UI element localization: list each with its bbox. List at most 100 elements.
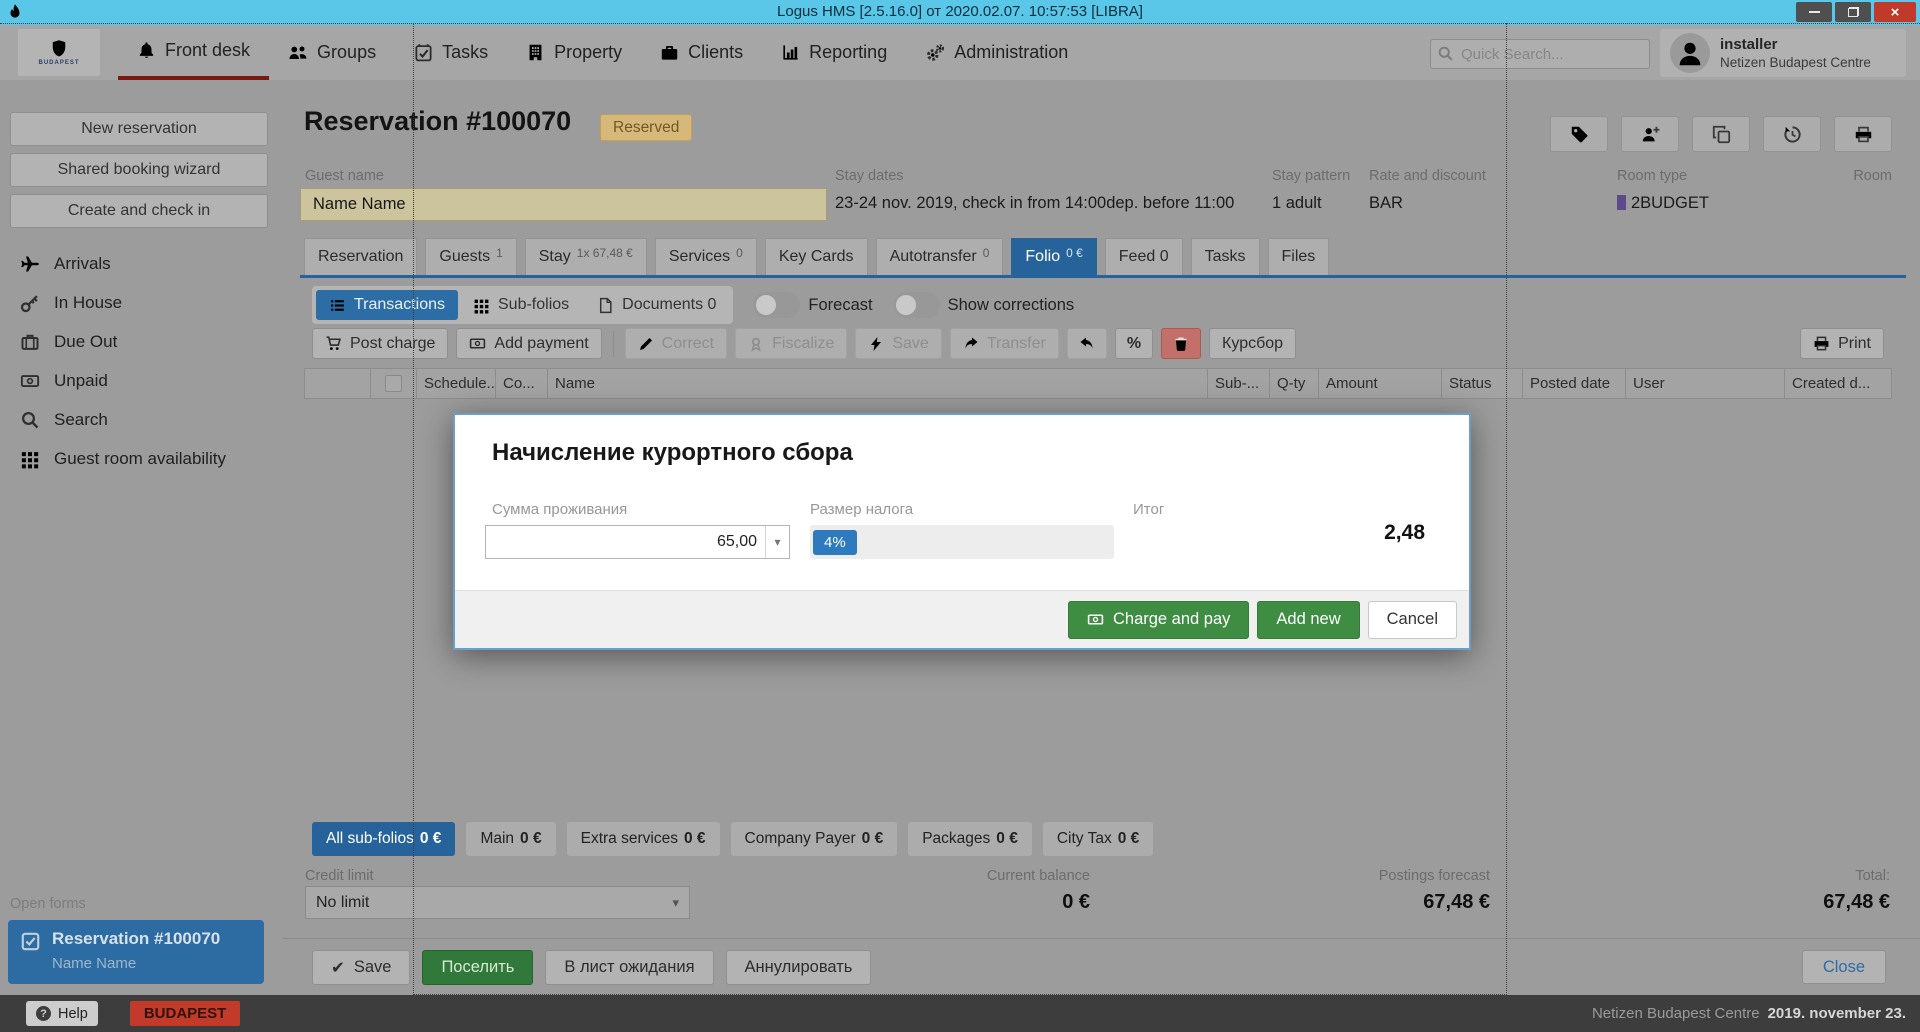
tax-size-field[interactable]: 4% <box>810 525 1114 559</box>
sidebar-item-unpaid[interactable]: Unpaid <box>0 361 282 400</box>
undo-button[interactable] <box>1067 328 1107 359</box>
tags-button[interactable] <box>1550 116 1608 152</box>
forecast-toggle[interactable] <box>753 292 800 318</box>
sidebar-item-arrivals[interactable]: Arrivals <box>0 244 282 283</box>
charge-and-pay-button[interactable]: Charge and pay <box>1068 601 1249 639</box>
printer-icon <box>1854 125 1873 144</box>
guest-name-input[interactable] <box>300 188 827 221</box>
current-balance-value: 0 € <box>812 891 1090 914</box>
col-header-schedule[interactable]: Schedule... <box>417 369 496 398</box>
tab-tasks[interactable]: Tasks <box>1191 238 1260 275</box>
tab-key-cards[interactable]: Key Cards <box>765 238 868 275</box>
nav-administration[interactable]: Administration <box>906 25 1087 80</box>
quick-search-input[interactable] <box>1430 39 1650 69</box>
button-label: Correct <box>662 335 714 353</box>
select-all-checkbox[interactable] <box>385 375 402 392</box>
subfolio-tab-main[interactable]: Main0 € <box>466 822 555 856</box>
col-header-select[interactable] <box>371 369 417 398</box>
subfolio-tab-all[interactable]: All sub-folios0 € <box>312 822 455 856</box>
nav-label: Front desk <box>165 40 250 61</box>
show-corrections-toggle[interactable] <box>893 292 940 318</box>
add-new-button[interactable]: Add new <box>1257 601 1359 639</box>
col-header-user[interactable]: User <box>1626 369 1785 398</box>
sidebar-item-search[interactable]: Search <box>0 400 282 439</box>
save-button[interactable]: ✔Save <box>312 950 410 985</box>
save-transaction-button[interactable]: Save <box>855 328 941 359</box>
transfer-button[interactable]: Transfer <box>950 328 1059 359</box>
stay-amount-input[interactable] <box>486 526 765 558</box>
col-header-code[interactable]: Co... <box>496 369 548 398</box>
history-button[interactable] <box>1763 116 1821 152</box>
chevron-down-icon[interactable]: ▾ <box>765 526 789 558</box>
people-icon <box>288 43 308 63</box>
tab-autotransfer[interactable]: Autotransfer0 <box>876 238 1004 275</box>
tab-folio[interactable]: Folio0 € <box>1011 238 1096 275</box>
nav-front-desk[interactable]: Front desk <box>118 25 269 80</box>
nav-reporting[interactable]: Reporting <box>762 25 906 80</box>
subfolio-tab-company-payer[interactable]: Company Payer0 € <box>731 822 898 856</box>
col-header-qty[interactable]: Q-ty <box>1270 369 1319 398</box>
minimize-button[interactable] <box>1796 2 1832 22</box>
nav-groups[interactable]: Groups <box>269 25 395 80</box>
new-reservation-button[interactable]: New reservation <box>10 112 268 146</box>
open-form-reservation[interactable]: Reservation #100070 Name Name <box>8 920 264 984</box>
sidebar-item-guest-room-availability[interactable]: Guest room availability <box>0 439 282 478</box>
view-transactions[interactable]: Transactions <box>316 290 458 320</box>
col-header-subfolio[interactable]: Sub-... <box>1208 369 1270 398</box>
tab-badge: 1x 67,48 € <box>577 246 633 260</box>
nav-clients[interactable]: Clients <box>641 25 762 80</box>
tab-guests[interactable]: Guests1 <box>425 238 516 275</box>
close-window-button[interactable]: × <box>1874 2 1916 22</box>
post-charge-button[interactable]: Post charge <box>312 328 448 359</box>
hotel-logo[interactable]: BUDAPEST <box>18 29 100 76</box>
copy-reservation-button[interactable] <box>1692 116 1750 152</box>
cancel-button[interactable]: Cancel <box>1368 601 1457 639</box>
help-button[interactable]: ? Help <box>26 1001 98 1026</box>
annul-button[interactable]: Аннулировать <box>726 950 872 985</box>
credit-limit-select[interactable]: No limit ▾ <box>305 886 690 919</box>
close-button[interactable]: Close <box>1802 950 1886 984</box>
subfolio-tab-packages[interactable]: Packages0 € <box>908 822 1032 856</box>
add-payment-button[interactable]: Add payment <box>456 328 601 359</box>
create-and-check-in-button[interactable]: Create and check in <box>10 194 268 228</box>
copy-icon <box>1712 125 1731 144</box>
tab-files[interactable]: Files <box>1268 238 1330 275</box>
lightning-icon <box>868 336 884 352</box>
app-window: Logus HMS [2.5.16.0] от 2020.02.07. 10:5… <box>0 0 1920 1032</box>
sidebar-menu: Arrivals In House Due Out Unpaid Search … <box>0 244 282 478</box>
tab-reservation[interactable]: Reservation <box>304 238 417 275</box>
view-documents[interactable]: Documents 0 <box>584 290 729 320</box>
percent-button[interactable]: % <box>1115 328 1153 359</box>
fiscalize-button[interactable]: Fiscalize <box>735 328 847 359</box>
sidebar-item-due-out[interactable]: Due Out <box>0 322 282 361</box>
col-header-name[interactable]: Name <box>548 369 1208 398</box>
print-button[interactable]: Print <box>1800 328 1884 359</box>
tab-services[interactable]: Services0 <box>655 238 757 275</box>
kursbor-button[interactable]: Курсбор <box>1209 328 1296 359</box>
view-sub-folios[interactable]: Sub-folios <box>460 290 582 320</box>
tab-feed[interactable]: Feed 0 <box>1105 238 1183 275</box>
user-panel[interactable]: installer Netizen Budapest Centre <box>1660 29 1906 77</box>
col-header-created-date[interactable]: Created d... <box>1785 369 1891 398</box>
subfolio-tab-city-tax[interactable]: City Tax0 € <box>1043 822 1153 856</box>
col-header-amount[interactable]: Amount <box>1319 369 1442 398</box>
statusbar-property: Netizen Budapest Centre <box>1592 1005 1760 1022</box>
tab-stay[interactable]: Stay1x 67,48 € <box>525 238 647 275</box>
nav-tasks[interactable]: Tasks <box>395 25 507 80</box>
delete-button[interactable] <box>1161 328 1201 359</box>
col-header-posted-date[interactable]: Posted date <box>1523 369 1626 398</box>
nav-property[interactable]: Property <box>507 25 641 80</box>
waitlist-button[interactable]: В лист ожидания <box>545 950 713 985</box>
forecast-toggle-wrap: Forecast <box>753 292 872 318</box>
budapest-property-button[interactable]: BUDAPEST <box>130 1001 241 1026</box>
check-in-button[interactable]: Поселить <box>422 950 533 985</box>
sidebar-item-in-house[interactable]: In House <box>0 283 282 322</box>
tax-rate-chip[interactable]: 4% <box>813 530 857 555</box>
print-reservation-button[interactable] <box>1834 116 1892 152</box>
shared-booking-wizard-button[interactable]: Shared booking wizard <box>10 153 268 187</box>
maximize-button[interactable] <box>1835 2 1871 22</box>
subfolio-tab-extra-services[interactable]: Extra services0 € <box>567 822 720 856</box>
col-header-status[interactable]: Status <box>1442 369 1523 398</box>
correct-button[interactable]: Correct <box>625 328 727 359</box>
add-guest-button[interactable] <box>1621 116 1679 152</box>
